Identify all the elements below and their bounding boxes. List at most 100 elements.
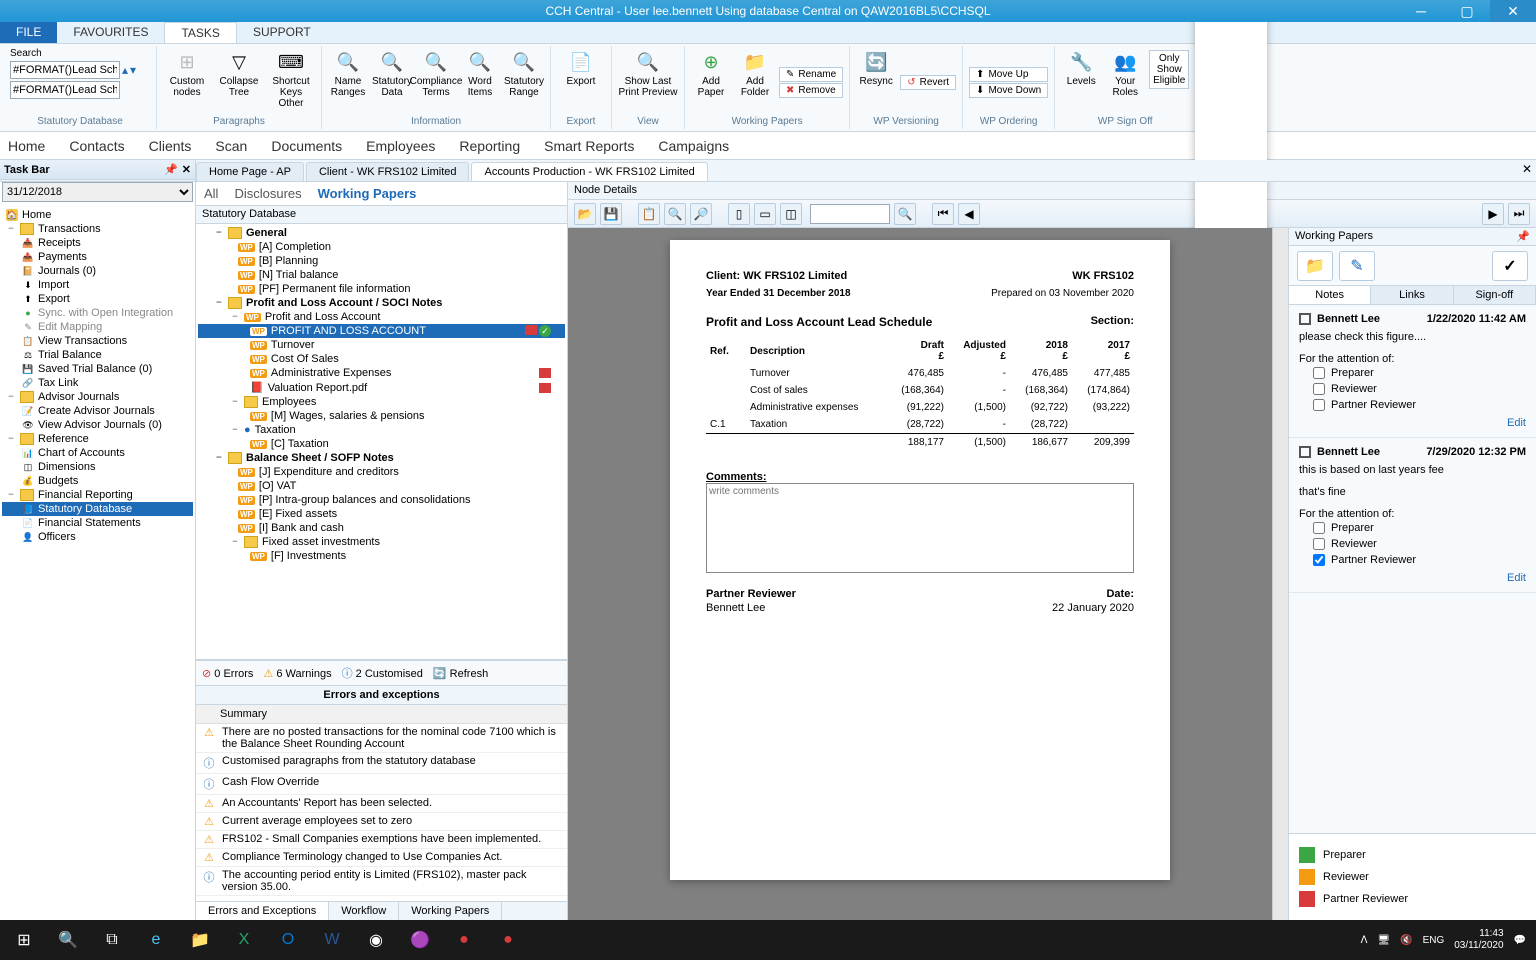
error-row[interactable]: ⓘCash Flow Override <box>196 774 567 795</box>
st-permanent-file[interactable]: WP[PF] Permanent file information <box>198 282 565 296</box>
chk-partner-reviewer[interactable] <box>1313 554 1325 566</box>
tree-officers[interactable]: 👤Officers <box>2 530 193 544</box>
chk-preparer[interactable] <box>1313 522 1325 534</box>
minimize-button[interactable]: ─ <box>1398 0 1444 22</box>
midtab-disclosures[interactable]: Disclosures <box>234 186 301 201</box>
tree-trial-balance[interactable]: ⚖Trial Balance <box>2 348 193 362</box>
error-row[interactable]: ⚠Current average employees set to zero <box>196 813 567 831</box>
close-tab-button[interactable]: ✕ <box>1522 162 1532 176</box>
st-investments[interactable]: WP[F] Investments <box>198 549 565 563</box>
note-edit-link[interactable]: Edit <box>1299 417 1526 429</box>
tree-budgets[interactable]: 💰Budgets <box>2 474 193 488</box>
app1-icon[interactable]: 🟣 <box>398 920 442 960</box>
remove-button[interactable]: ✖ Remove <box>779 83 843 98</box>
nav-employees[interactable]: Employees <box>366 138 435 154</box>
midtab-working-papers[interactable]: Working Papers <box>318 186 417 201</box>
tree-financial-reporting[interactable]: −Financial Reporting <box>2 488 193 502</box>
search-prev-icon[interactable]: ▴ <box>122 63 128 77</box>
st-intragroup[interactable]: WP[P] Intra-group balances and consolida… <box>198 493 565 507</box>
comments-input[interactable] <box>706 483 1134 573</box>
menu-tasks[interactable]: TASKS <box>164 22 236 43</box>
customised-count[interactable]: ⓘ 2 Customised <box>342 665 423 681</box>
tab-client[interactable]: Client - WK FRS102 Limited <box>306 162 470 181</box>
tb-prev-icon[interactable]: ◀ <box>958 203 980 225</box>
st-c-taxation[interactable]: WP[C] Taxation <box>198 437 565 451</box>
taskview-icon[interactable]: ⧉ <box>90 920 134 960</box>
chk-partner-reviewer[interactable] <box>1313 399 1325 411</box>
error-row[interactable]: ⓘThe accounting period entity is Limited… <box>196 867 567 896</box>
revert-button[interactable]: ↺ Revert <box>900 75 956 90</box>
tree-home[interactable]: 🏠Home <box>2 208 193 222</box>
statutory-range-button[interactable]: 🔍Statutory Range <box>504 50 544 98</box>
nav-clients[interactable]: Clients <box>149 138 192 154</box>
chk-reviewer[interactable] <box>1313 383 1325 395</box>
btab-errors[interactable]: Errors and Exceptions <box>196 902 329 920</box>
document-scroll[interactable]: Client: WK FRS102 LimitedWK FRS102 Year … <box>568 228 1272 920</box>
st-bs-notes[interactable]: −Balance Sheet / SOFP Notes <box>198 451 565 465</box>
rp-tab-signoff[interactable]: Sign-off <box>1454 286 1536 304</box>
levels-button[interactable]: 🔧Levels <box>1061 50 1101 87</box>
collapse-tree-button[interactable]: ▽Collapse Tree <box>215 50 263 98</box>
search-input[interactable] <box>10 61 120 79</box>
period-select[interactable]: 31/12/2018 <box>2 182 193 202</box>
tb-layout3-icon[interactable]: ◫ <box>780 203 802 225</box>
search-next-icon[interactable]: ▾ <box>130 63 136 77</box>
error-row[interactable]: ⚠An Accountants' Report has been selecte… <box>196 795 567 813</box>
st-completion[interactable]: WP[A] Completion <box>198 240 565 254</box>
chk-reviewer[interactable] <box>1313 538 1325 550</box>
add-paper-button[interactable]: ⊕Add Paper <box>691 50 731 98</box>
midtab-all[interactable]: All <box>204 186 218 201</box>
nav-smart-reports[interactable]: Smart Reports <box>544 138 634 154</box>
st-fixed-assets[interactable]: WP[E] Fixed assets <box>198 507 565 521</box>
tb-zoomout-icon[interactable]: 🔍 <box>664 203 686 225</box>
add-folder-button[interactable]: 📁Add Folder <box>735 50 775 98</box>
only-show-eligible-button[interactable]: Only Show Eligible <box>1149 50 1189 89</box>
menu-file[interactable]: FILE <box>0 22 57 43</box>
tb-copy-icon[interactable]: 📋 <box>638 203 660 225</box>
tree-saved-tb[interactable]: 💾Saved Trial Balance (0) <box>2 362 193 376</box>
errors-count[interactable]: ⊘ 0 Errors <box>202 667 253 680</box>
taskbar-close-icon[interactable]: ✕ <box>182 163 191 176</box>
tree-sync[interactable]: ●Sync. with Open Integration <box>2 306 193 320</box>
note-edit-link[interactable]: Edit <box>1299 572 1526 584</box>
tree-receipts[interactable]: 📥Receipts <box>2 236 193 250</box>
tray-notifications-icon[interactable]: 💬 <box>1514 935 1526 946</box>
tab-accounts-production[interactable]: Accounts Production - WK FRS102 Limited <box>471 162 707 181</box>
tree-view-trans[interactable]: 📋View Transactions <box>2 334 193 348</box>
outlook-icon[interactable]: O <box>266 920 310 960</box>
st-expenditure[interactable]: WP[J] Expenditure and creditors <box>198 465 565 479</box>
ie-icon[interactable]: e <box>134 920 178 960</box>
chrome-icon[interactable]: ◉ <box>354 920 398 960</box>
st-admin-expenses[interactable]: WPAdministrative Expenses <box>198 366 565 380</box>
btab-workflow[interactable]: Workflow <box>329 902 399 920</box>
rp-tab-notes[interactable]: Notes <box>1289 286 1371 304</box>
tree-import[interactable]: ⬇Import <box>2 278 193 292</box>
st-wages[interactable]: WP[M] Wages, salaries & pensions <box>198 409 565 423</box>
start-button[interactable]: ⊞ <box>2 920 46 960</box>
nav-home[interactable]: Home <box>8 138 45 154</box>
menu-favourites[interactable]: FAVOURITES <box>57 22 164 43</box>
st-fa-investments[interactable]: −Fixed asset investments <box>198 535 565 549</box>
tree-export[interactable]: ⬆Export <box>2 292 193 306</box>
nav-campaigns[interactable]: Campaigns <box>658 138 729 154</box>
st-trial-balance[interactable]: WP[N] Trial balance <box>198 268 565 282</box>
tray-chevron-icon[interactable]: ᐱ <box>1361 935 1368 946</box>
tree-financial-statements[interactable]: 📄Financial Statements <box>2 516 193 530</box>
rp-tab-links[interactable]: Links <box>1371 286 1453 304</box>
statutory-data-button[interactable]: 🔍Statutory Data <box>372 50 412 98</box>
nav-reporting[interactable]: Reporting <box>459 138 520 154</box>
rp-folder-button[interactable]: 📁 <box>1297 251 1333 281</box>
resync-button[interactable]: 🔄Resync <box>856 50 896 87</box>
nav-contacts[interactable]: Contacts <box>69 138 124 154</box>
st-vat[interactable]: WP[O] VAT <box>198 479 565 493</box>
excel-icon[interactable]: X <box>222 920 266 960</box>
tray-network-icon[interactable]: 🖥 <box>1377 935 1390 946</box>
st-cost-of-sales[interactable]: WPCost Of Sales <box>198 352 565 366</box>
tree-edit-mapping[interactable]: ✎Edit Mapping <box>2 320 193 334</box>
st-general[interactable]: −General <box>198 226 565 240</box>
custom-nodes-button[interactable]: ⊞Custom nodes <box>163 50 211 98</box>
word-items-button[interactable]: 🔍Word Items <box>460 50 500 98</box>
tree-reference[interactable]: −Reference <box>2 432 193 446</box>
word-icon[interactable]: W <box>310 920 354 960</box>
nav-documents[interactable]: Documents <box>271 138 342 154</box>
